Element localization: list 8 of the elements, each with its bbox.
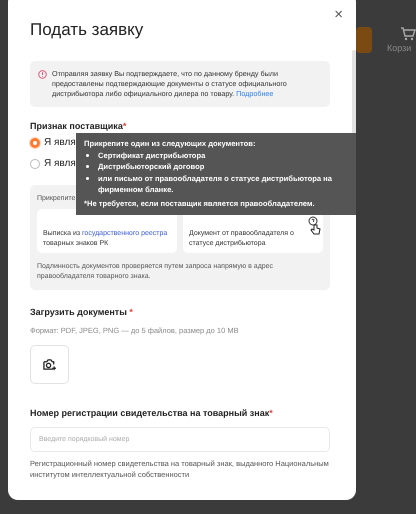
option-label: Я явля [44, 158, 76, 169]
close-button[interactable]: × [331, 7, 346, 23]
option-label: Я явля [44, 137, 76, 148]
field-label: Признак поставщика* [30, 121, 128, 132]
dialog-title: Подать заявку [30, 19, 144, 41]
field-label: Номер регистрации свидетельства на товарный знак* [30, 408, 274, 419]
cart-label: Корзи [387, 43, 412, 53]
field-label: Загрузить документы * [30, 307, 134, 318]
